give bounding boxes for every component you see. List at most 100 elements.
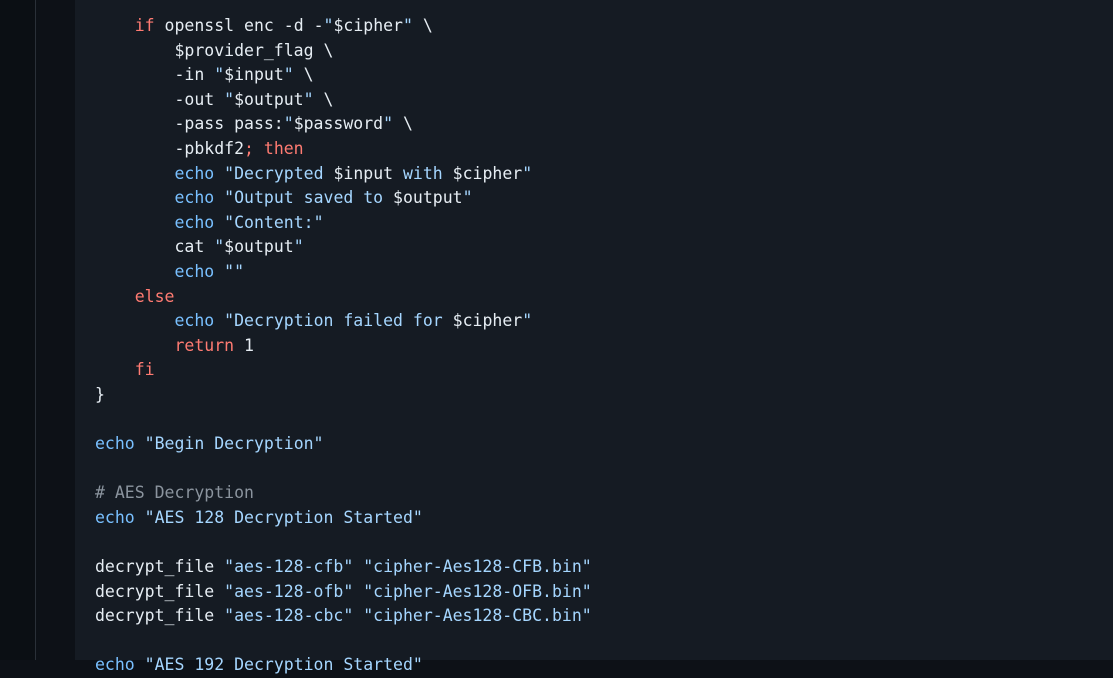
code-line[interactable]: decrypt_file "aes-128-cfb" "cipher-Aes12… xyxy=(95,555,592,580)
code-token: "Decrypted xyxy=(214,163,334,183)
code-line[interactable]: cat "$output" xyxy=(95,235,592,260)
code-token: " xyxy=(293,237,304,257)
code-token: "cipher-Aes128-CFB.bin" xyxy=(363,557,592,577)
code-token: "AES 192 Decryption Started" xyxy=(134,655,423,675)
code-token: "AES 128 Decryption Started" xyxy=(134,507,423,527)
code-token: # AES Decryption xyxy=(95,483,254,503)
code-line[interactable]: -in "$input" \ xyxy=(95,63,592,88)
code-token: if xyxy=(134,16,155,35)
code-token: -out xyxy=(95,89,225,109)
code-token: "aes-128-ofb" xyxy=(224,581,354,601)
code-token: $output xyxy=(224,237,294,257)
code-line[interactable]: decrypt_file "aes-128-cbc" "cipher-Aes12… xyxy=(95,604,592,629)
code-line[interactable] xyxy=(95,408,592,433)
code-token: $cipher xyxy=(452,163,523,183)
code-line[interactable] xyxy=(95,629,592,654)
code-token: -pass pass: xyxy=(95,114,284,134)
code-token: $output xyxy=(234,89,304,109)
code-line[interactable]: fi xyxy=(95,358,592,383)
code-token: $input xyxy=(224,65,284,85)
code-token: fi xyxy=(134,360,155,380)
code-token: "" xyxy=(214,261,245,281)
code-line[interactable]: $provider_flag \ xyxy=(95,39,592,64)
code-token: "Decryption failed for xyxy=(214,311,453,331)
code-token: " xyxy=(462,188,473,208)
code-token: openssl enc -d - xyxy=(154,16,324,35)
code-line[interactable] xyxy=(95,530,592,555)
code-line[interactable]: decrypt_file "aes-128-ofb" "cipher-Aes12… xyxy=(95,580,592,605)
code-token: \ xyxy=(293,65,314,85)
code-token: "Output saved to xyxy=(214,188,394,208)
code-token: $output xyxy=(393,188,463,208)
code-token: " xyxy=(522,311,533,331)
code-line[interactable]: } xyxy=(95,383,592,408)
code-token: " xyxy=(522,163,533,183)
code-line[interactable]: # AES Decryption xyxy=(95,481,592,506)
code-token: decrypt_file xyxy=(95,557,225,577)
code-token: " xyxy=(214,65,225,85)
code-token: " xyxy=(383,114,394,134)
code-token: echo xyxy=(95,434,135,454)
code-line[interactable]: echo "Output saved to $output" xyxy=(95,186,592,211)
code-line[interactable] xyxy=(95,457,592,482)
code-token: " xyxy=(303,89,314,109)
code-token: decrypt_file xyxy=(95,581,225,601)
code-token: $cipher xyxy=(452,311,523,331)
code-token: \ xyxy=(393,114,413,134)
code-editor[interactable]: if openssl enc -d -"$cipher" \ $provider… xyxy=(75,0,1113,674)
code-token: "Begin Decryption" xyxy=(134,434,324,454)
code-line[interactable]: echo "Content:" xyxy=(95,211,592,236)
code-token: echo xyxy=(95,507,135,527)
code-token: echo xyxy=(174,212,215,232)
code-line[interactable]: echo "Begin Decryption" xyxy=(95,432,592,457)
code-line[interactable]: -pass pass:"$password" \ xyxy=(95,112,592,137)
code-token: ; then xyxy=(244,138,304,158)
code-token: else xyxy=(134,286,175,306)
code-token: " xyxy=(224,89,235,109)
code-token: -in xyxy=(95,65,215,85)
code-token: $input xyxy=(333,163,394,183)
code-token: return xyxy=(174,335,235,355)
left-gutter xyxy=(0,0,36,660)
code-token: "aes-128-cbc" xyxy=(224,606,354,626)
code-token: echo xyxy=(174,163,215,183)
code-line[interactable]: echo "Decryption failed for $cipher" xyxy=(95,309,592,334)
code-token: "Content:" xyxy=(214,212,324,232)
code-token: "aes-128-cfb" xyxy=(224,557,354,577)
code-token: echo xyxy=(95,655,135,675)
code-line[interactable]: echo "Decrypted $input with $cipher" xyxy=(95,162,592,187)
code-line[interactable]: if openssl enc -d -"$cipher" \ xyxy=(95,14,592,39)
code-token: \ xyxy=(313,89,334,109)
code-token: " xyxy=(323,16,334,35)
code-token: echo xyxy=(174,311,215,331)
code-token: "cipher-Aes128-OFB.bin" xyxy=(363,581,592,601)
code-token: \ xyxy=(412,16,433,35)
code-token: echo xyxy=(174,261,215,281)
code-line[interactable]: -pbkdf2; then xyxy=(95,137,592,162)
code-token: " xyxy=(283,114,294,134)
code-token: $password xyxy=(293,114,384,134)
code-block[interactable]: if openssl enc -d -"$cipher" \ $provider… xyxy=(95,14,592,678)
code-token: " xyxy=(283,65,294,85)
code-line[interactable]: else xyxy=(95,285,592,310)
code-token: " xyxy=(403,16,413,35)
code-line[interactable]: echo "AES 128 Decryption Started" xyxy=(95,506,592,531)
code-token: $cipher xyxy=(333,16,403,35)
code-line[interactable]: echo "" xyxy=(95,260,592,285)
code-token: "cipher-Aes128-CBC.bin" xyxy=(363,606,592,626)
code-token: $provider_flag \ xyxy=(95,40,334,60)
code-token: cat xyxy=(95,237,215,257)
code-line[interactable]: return 1 xyxy=(95,334,592,359)
code-token: -pbkdf2 xyxy=(95,138,245,158)
code-line[interactable]: -out "$output" \ xyxy=(95,88,592,113)
code-line[interactable]: echo "AES 192 Decryption Started" xyxy=(95,653,592,678)
